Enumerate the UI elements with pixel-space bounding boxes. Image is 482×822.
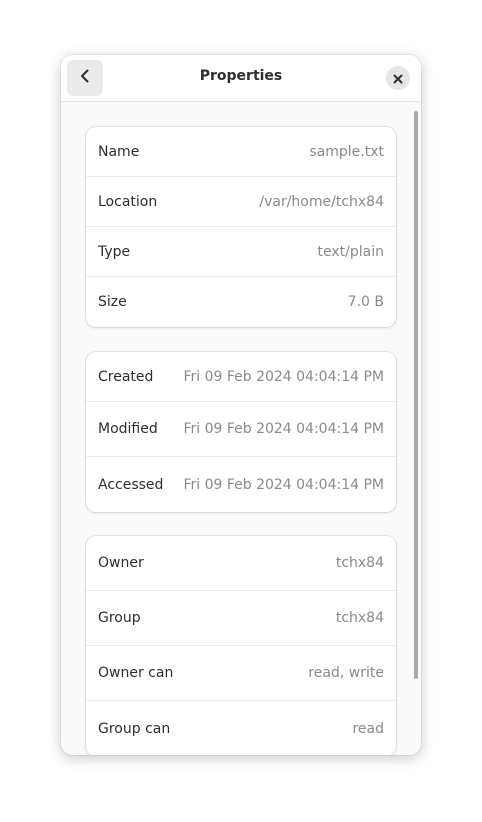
- property-row-group: Group tchx84: [86, 591, 396, 646]
- property-value: tchx84: [335, 555, 384, 571]
- property-label: Location: [98, 193, 158, 210]
- window-title: Properties: [199, 68, 283, 84]
- property-row-location: Location /var/home/tchx84: [86, 177, 396, 227]
- property-row-modified: Modified Fri 09 Feb 2024 04:04:14 PM: [86, 402, 396, 457]
- timestamps-card: Created Fri 09 Feb 2024 04:04:14 PM Modi…: [86, 352, 396, 512]
- property-row-type: Type text/plain: [86, 227, 396, 277]
- property-value: 7.0 B: [347, 294, 384, 310]
- property-label: Type: [98, 243, 131, 260]
- property-value: Fri 09 Feb 2024 04:04:14 PM: [183, 476, 384, 493]
- property-value: tchx84: [335, 610, 384, 626]
- properties-window: Properties Name sample.txt Location /var…: [61, 55, 421, 755]
- property-label: Name: [98, 143, 140, 160]
- property-label: Size: [98, 294, 127, 310]
- property-row-size: Size 7.0 B: [86, 277, 396, 327]
- close-icon: [393, 69, 403, 88]
- property-row-group-can: Group can read: [86, 701, 396, 755]
- property-value: sample.txt: [309, 143, 384, 160]
- property-value: Fri 09 Feb 2024 04:04:14 PM: [183, 421, 384, 437]
- property-row-owner: Owner tchx84: [86, 536, 396, 591]
- property-label: Owner: [98, 555, 144, 571]
- property-row-owner-can: Owner can read, write: [86, 646, 396, 701]
- property-value: /var/home/tchx84: [259, 193, 384, 210]
- properties-scroll-area[interactable]: Name sample.txt Location /var/home/tchx8…: [61, 102, 421, 755]
- property-label: Group: [98, 610, 141, 626]
- file-info-card: Name sample.txt Location /var/home/tchx8…: [86, 127, 396, 327]
- permissions-card: Owner tchx84 Group tchx84 Owner can read…: [86, 536, 396, 755]
- property-label: Modified: [98, 421, 158, 437]
- property-label: Owner can: [98, 665, 174, 681]
- vertical-scrollbar[interactable]: [414, 111, 418, 679]
- property-label: Accessed: [98, 476, 164, 493]
- property-value: read: [352, 720, 384, 737]
- close-button[interactable]: [386, 66, 410, 90]
- property-value: text/plain: [317, 243, 384, 260]
- property-value: Fri 09 Feb 2024 04:04:14 PM: [183, 368, 384, 385]
- property-label: Created: [98, 368, 154, 385]
- header-bar: Properties: [61, 55, 421, 102]
- property-row-name: Name sample.txt: [86, 127, 396, 177]
- property-value: read, write: [308, 665, 384, 681]
- property-row-created: Created Fri 09 Feb 2024 04:04:14 PM: [86, 352, 396, 402]
- property-label: Group can: [98, 720, 171, 737]
- property-row-accessed: Accessed Fri 09 Feb 2024 04:04:14 PM: [86, 457, 396, 512]
